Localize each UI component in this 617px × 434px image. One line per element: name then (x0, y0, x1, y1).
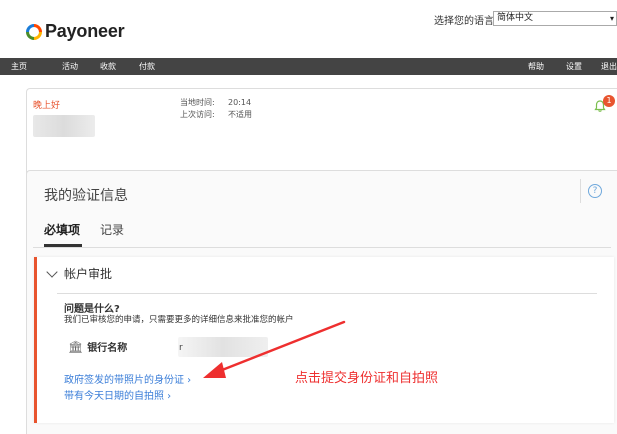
blurred-username (33, 115, 95, 137)
bank-name-label: 银行名称 (87, 343, 128, 354)
description-text: 我们已审核您的申请，只需要更多的详细信息来批准您的帐户 (64, 315, 294, 325)
session-info: 当地时间: 20:14 上次访问: 不适用 (180, 97, 252, 121)
verification-panel: 我的验证信息 ? 必填项 记录 帐户审批 问题是什么? 我们已审核您的申请，只需… (26, 170, 617, 434)
annotation-text: 点击提交身份证和自拍照 (295, 371, 439, 386)
chevron-down-icon (46, 265, 58, 278)
tab-required[interactable]: 必填项 (44, 221, 80, 238)
verification-title: 我的验证信息 (44, 188, 128, 204)
divider (580, 179, 581, 203)
section-toggle[interactable]: 帐户审批 (46, 265, 113, 282)
nav-item-activity[interactable]: 活动 (62, 58, 78, 75)
chevron-down-icon: ▾ (609, 14, 614, 23)
logo-text: Payoneer (45, 21, 125, 41)
local-time-label: 当地时间: (180, 98, 215, 107)
blurred-bank-name (178, 337, 268, 357)
help-icon[interactable]: ? (588, 184, 602, 198)
divider (57, 293, 597, 294)
nav-item-receive[interactable]: 收款 (100, 58, 116, 75)
section-title: 帐户审批 (64, 267, 113, 281)
language-select-value: 简体中文 (497, 13, 534, 23)
nav-item-home[interactable]: 主页 (11, 58, 27, 75)
language-select[interactable]: 简体中文 ▾ (493, 11, 617, 26)
nav-item-help[interactable]: 帮助 (528, 58, 544, 75)
greeting-title: 晚上好 (33, 101, 61, 111)
account-approval-card: 帐户审批 问题是什么? 我们已审核您的申请，只需要更多的详细信息来批准您的帐户 … (34, 257, 614, 423)
nav-item-pay[interactable]: 付款 (139, 58, 155, 75)
nav-item-logout[interactable]: 退出 (601, 58, 617, 75)
local-time-value: 20:14 (228, 98, 252, 107)
tab-records[interactable]: 记录 (100, 221, 124, 238)
language-label: 选择您的语言 (434, 16, 494, 27)
bank-name-value: r (179, 343, 183, 353)
payoneer-logo-icon (26, 23, 42, 40)
selfie-link[interactable]: 带有今天日期的自拍照 › (64, 387, 171, 402)
notification-badge: 1 (603, 95, 615, 107)
bank-icon: 🏛 (68, 339, 84, 354)
id-document-link[interactable]: 政府签发的带照片的身份证 › (64, 371, 191, 386)
tabs-divider (33, 247, 611, 248)
last-visit-label: 上次访问: (180, 110, 215, 119)
top-header: Payoneer 选择您的语言 简体中文 ▾ (0, 0, 617, 58)
bank-name-row: 🏛 银行名称 (68, 339, 128, 355)
main-nav: 主页 活动 收款 付款 帮助 设置 退出 (0, 58, 617, 75)
nav-item-settings[interactable]: 设置 (566, 58, 582, 75)
payoneer-logo[interactable]: Payoneer (26, 21, 125, 42)
last-visit-value: 不适用 (228, 110, 252, 119)
